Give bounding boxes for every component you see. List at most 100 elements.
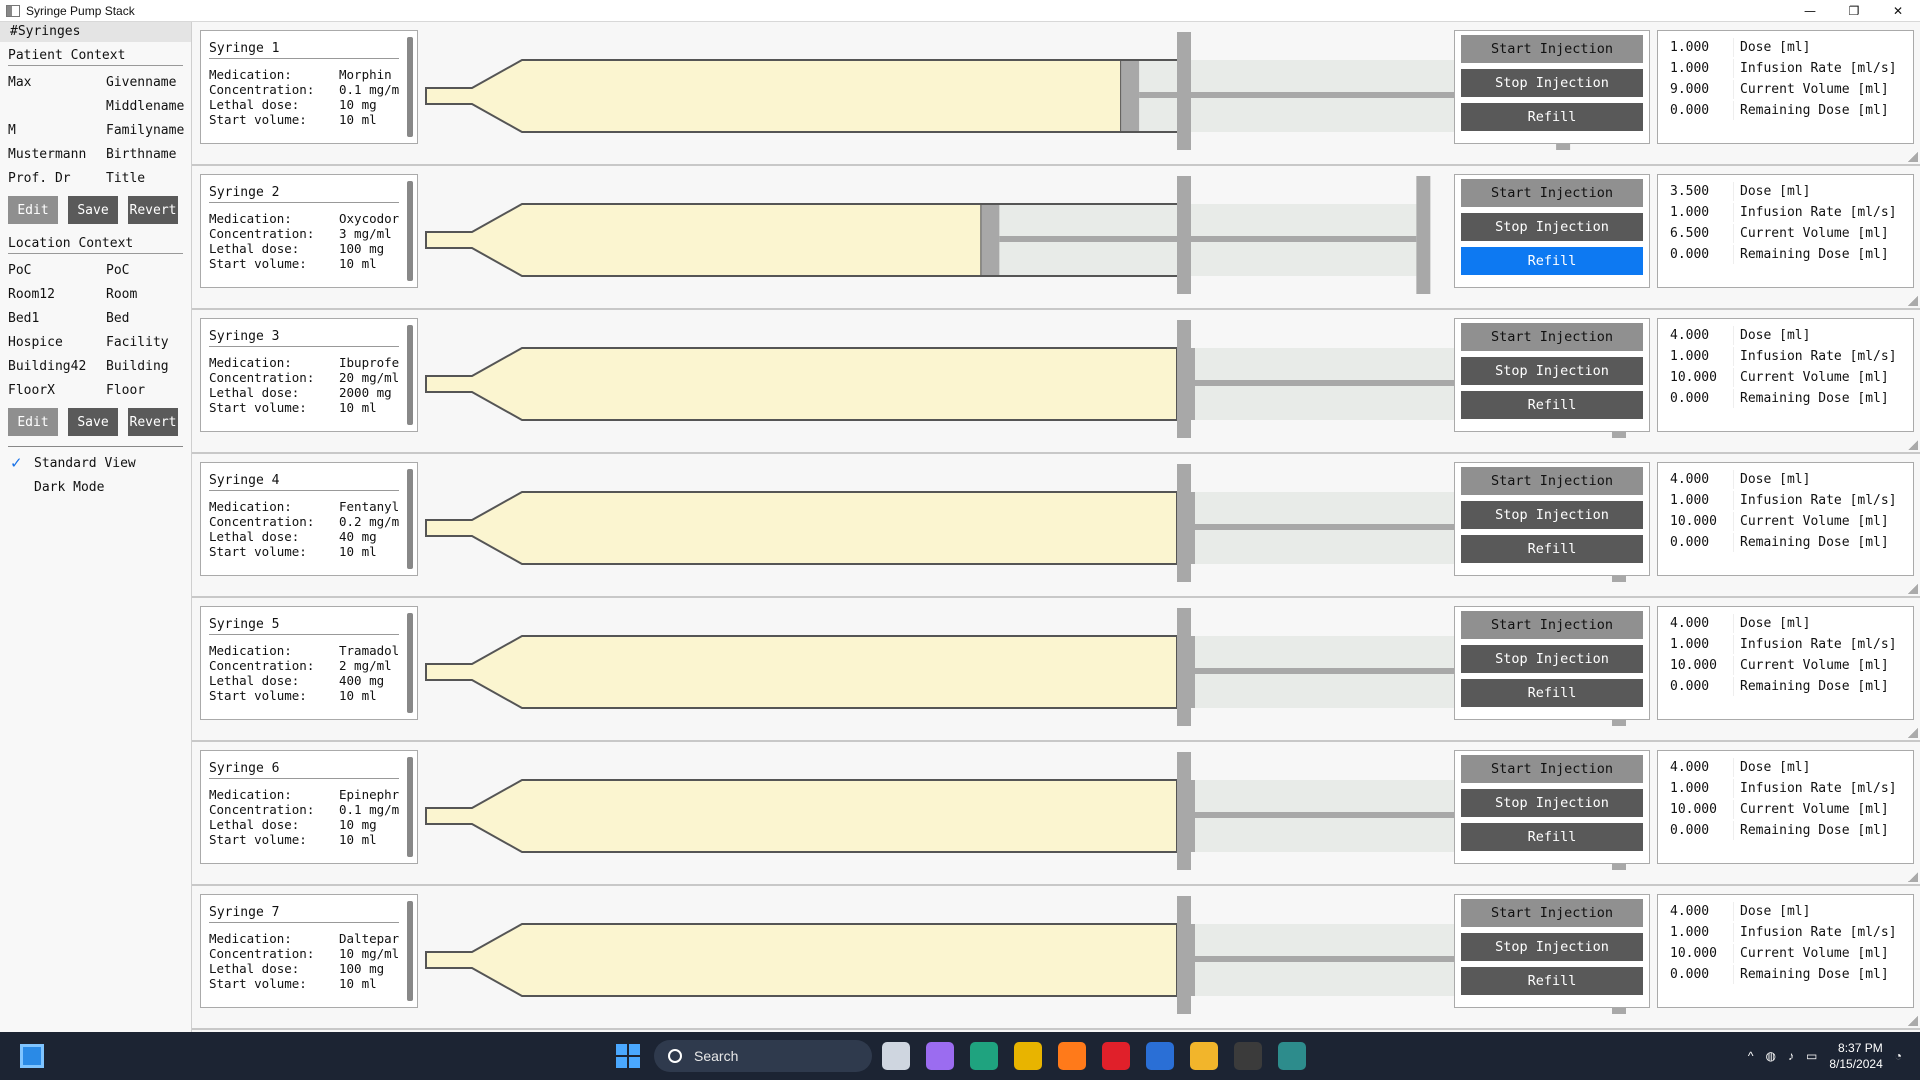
rate-input[interactable]: 1.000 (1666, 923, 1734, 942)
syringe-liquid (425, 347, 1178, 421)
patient-save-button[interactable]: Save (68, 196, 118, 224)
stop-injection-button[interactable]: Stop Injection (1461, 213, 1643, 241)
opera-icon[interactable] (1102, 1042, 1130, 1070)
location-field-value[interactable]: Bed1 (8, 311, 106, 326)
medication-value: Oxycodor (339, 211, 400, 226)
location-field-value[interactable]: Building42 (8, 359, 106, 374)
dose-row: 4.000 Dose [ml] (1666, 325, 1905, 346)
info-scrollbar[interactable] (407, 901, 413, 1001)
clock[interactable]: 8:37 PM 8/15/2024 (1829, 1040, 1882, 1072)
resize-grip[interactable] (1908, 440, 1918, 450)
refill-button[interactable]: Refill (1461, 535, 1643, 563)
volume-icon[interactable]: ♪ (1788, 1049, 1794, 1063)
chrome-icon[interactable] (1014, 1042, 1042, 1070)
terminal-icon[interactable] (1234, 1042, 1262, 1070)
rate-input[interactable]: 1.000 (1666, 59, 1734, 78)
start-injection-button[interactable]: Start Injection (1461, 611, 1643, 639)
info-scrollbar[interactable] (407, 613, 413, 713)
stop-injection-button[interactable]: Stop Injection (1461, 645, 1643, 673)
patient-field-value[interactable]: M (8, 123, 106, 138)
resize-grip[interactable] (1908, 584, 1918, 594)
location-field-value[interactable]: PoC (8, 263, 106, 278)
location-field-value[interactable]: FloorX (8, 383, 106, 398)
stop-injection-button[interactable]: Stop Injection (1461, 789, 1643, 817)
refill-button[interactable]: Refill (1461, 103, 1643, 131)
refill-button[interactable]: Refill (1461, 967, 1643, 995)
dark-mode-checkbox[interactable]: Dark Mode (8, 475, 183, 499)
concentration-label: Concentration: (209, 514, 315, 529)
rate-input[interactable]: 1.000 (1666, 203, 1734, 222)
close-button[interactable]: ✕ (1876, 0, 1920, 22)
rate-input[interactable]: 1.000 (1666, 491, 1734, 510)
info-scrollbar[interactable] (407, 37, 413, 137)
start-injection-button[interactable]: Start Injection (1461, 323, 1643, 351)
sidebar-header: #Syringes (0, 22, 191, 42)
notification-icon[interactable]: ◔ (1895, 1049, 1902, 1063)
location-field-value[interactable]: Hospice (8, 335, 106, 350)
firefox-icon[interactable] (1058, 1042, 1086, 1070)
edge-icon[interactable] (970, 1042, 998, 1070)
refill-button[interactable]: Refill (1461, 823, 1643, 851)
remaining-label: Remaining Dose [ml] (1740, 535, 1889, 550)
start-injection-button[interactable]: Start Injection (1461, 35, 1643, 63)
battery-icon[interactable]: ▭ (1806, 1049, 1817, 1063)
resize-grip[interactable] (1908, 296, 1918, 306)
syringe-details: Medication: Ibuprofe Concentration: 20 mg/m… (209, 355, 404, 415)
patient-edit-button[interactable]: Edit (8, 196, 58, 224)
task-view-icon[interactable] (882, 1042, 910, 1070)
dose-input[interactable]: 1.000 (1666, 38, 1734, 57)
resize-grip[interactable] (1908, 872, 1918, 882)
dose-input[interactable]: 4.000 (1666, 326, 1734, 345)
maximize-button[interactable]: ❐ (1832, 0, 1876, 22)
start-injection-button[interactable]: Start Injection (1461, 899, 1643, 927)
network-icon[interactable]: ◍ (1766, 1049, 1776, 1063)
location-revert-button[interactable]: Revert (128, 408, 178, 436)
patient-field-value[interactable]: Mustermann (8, 147, 106, 162)
rate-input[interactable]: 1.000 (1666, 347, 1734, 366)
chevron-up-icon[interactable]: ^ (1748, 1049, 1754, 1063)
resize-grip[interactable] (1908, 152, 1918, 162)
refill-button[interactable]: Refill (1461, 247, 1643, 275)
vscode-icon[interactable] (1146, 1042, 1174, 1070)
stop-injection-button[interactable]: Stop Injection (1461, 357, 1643, 385)
location-field-value[interactable]: Room12 (8, 287, 106, 302)
minimize-button[interactable]: — (1788, 0, 1832, 22)
stop-injection-button[interactable]: Stop Injection (1461, 933, 1643, 961)
rate-row: 1.000 Infusion Rate [ml/s] (1666, 490, 1905, 511)
resize-grip[interactable] (1908, 1016, 1918, 1026)
syringe-app-icon[interactable] (1278, 1042, 1306, 1070)
start-injection-button[interactable]: Start Injection (1461, 179, 1643, 207)
refill-button[interactable]: Refill (1461, 679, 1643, 707)
widgets-icon[interactable] (20, 1044, 44, 1068)
stop-injection-button[interactable]: Stop Injection (1461, 69, 1643, 97)
dose-input[interactable]: 4.000 (1666, 758, 1734, 777)
patient-field-value[interactable]: Max (8, 75, 106, 90)
start-injection-button[interactable]: Start Injection (1461, 755, 1643, 783)
refill-button[interactable]: Refill (1461, 391, 1643, 419)
syringe-info-panel: Syringe 5 Medication: Tramadol Concentratio… (200, 606, 418, 720)
info-scrollbar[interactable] (407, 325, 413, 425)
location-edit-button[interactable]: Edit (8, 408, 58, 436)
info-scrollbar[interactable] (407, 757, 413, 857)
start-button[interactable] (616, 1044, 640, 1068)
dose-input[interactable]: 4.000 (1666, 902, 1734, 921)
dose-input[interactable]: 4.000 (1666, 470, 1734, 489)
file-explorer-icon[interactable] (1190, 1042, 1218, 1070)
taskbar-search[interactable]: Search (654, 1040, 872, 1072)
dose-input[interactable]: 4.000 (1666, 614, 1734, 633)
dose-input[interactable]: 3.500 (1666, 182, 1734, 201)
stop-injection-button[interactable]: Stop Injection (1461, 501, 1643, 529)
patient-revert-button[interactable]: Revert (128, 196, 178, 224)
location-field-label: Bed (106, 310, 130, 326)
remaining-input: 0.000 (1666, 245, 1734, 264)
location-save-button[interactable]: Save (68, 408, 118, 436)
rate-input[interactable]: 1.000 (1666, 635, 1734, 654)
copilot-icon[interactable] (926, 1042, 954, 1070)
resize-grip[interactable] (1908, 728, 1918, 738)
info-scrollbar[interactable] (407, 469, 413, 569)
start-injection-button[interactable]: Start Injection (1461, 467, 1643, 495)
rate-input[interactable]: 1.000 (1666, 779, 1734, 798)
info-scrollbar[interactable] (407, 181, 413, 281)
standard-view-checkbox[interactable]: ✓ Standard View (8, 451, 183, 475)
patient-field-value[interactable]: Prof. Dr (8, 171, 106, 186)
